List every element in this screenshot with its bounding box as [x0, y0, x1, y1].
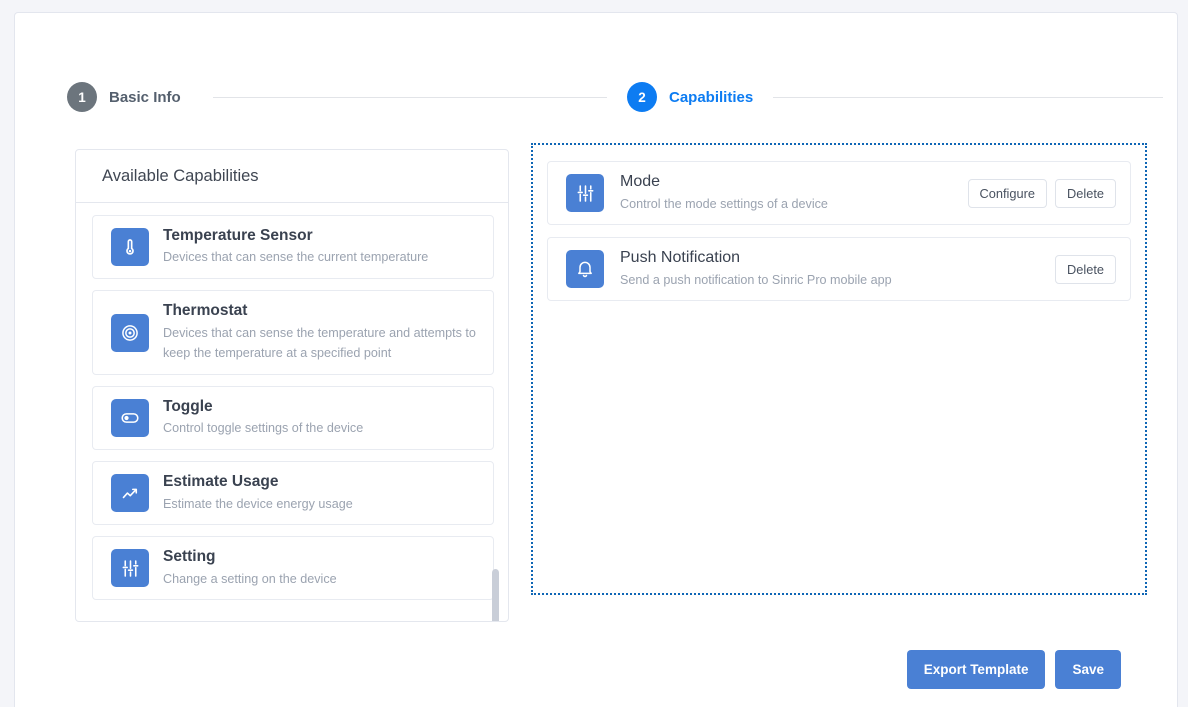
available-capabilities-panel: Available Capabilities Temperature Senso… [75, 149, 509, 622]
list-item-text: Toggle Control toggle settings of the de… [163, 397, 481, 439]
panel-scrollbar-track[interactable] [492, 203, 500, 622]
available-capabilities-title: Available Capabilities [102, 167, 259, 186]
list-item[interactable]: Thermostat Devices that can sense the te… [92, 290, 494, 375]
available-capabilities-header: Available Capabilities [76, 150, 508, 203]
delete-button[interactable]: Delete [1055, 179, 1116, 208]
list-item-description: Change a setting on the device [163, 569, 481, 590]
save-button[interactable]: Save [1055, 650, 1121, 689]
sliders-icon [111, 549, 149, 587]
step-2-badge: 2 [627, 82, 657, 112]
list-item[interactable]: Estimate Usage Estimate the device energ… [92, 461, 494, 525]
delete-button[interactable]: Delete [1055, 255, 1116, 284]
list-item-title: Toggle [163, 397, 481, 416]
list-item-actions: Configure Delete [968, 179, 1117, 208]
list-item-title: Mode [620, 172, 968, 192]
wizard-stepper: 1 Basic Info 2 Capabilities [67, 71, 1149, 123]
list-item-description: Control the mode settings of a device [620, 194, 968, 214]
list-item-description: Devices that can sense the current tempe… [163, 247, 481, 268]
toggle-switch-icon [111, 399, 149, 437]
list-item[interactable]: Mode Control the mode settings of a devi… [547, 161, 1131, 225]
wizard-card: 1 Basic Info 2 Capabilities Available Ca… [14, 12, 1178, 707]
sliders-icon [566, 174, 604, 212]
step-basic-info[interactable]: 1 Basic Info [67, 71, 181, 123]
list-item-description: Send a push notification to Sinric Pro m… [620, 270, 1055, 290]
list-item-text: Setting Change a setting on the device [163, 547, 481, 589]
selected-capabilities-dropzone[interactable]: Mode Control the mode settings of a devi… [531, 143, 1147, 595]
list-item[interactable]: Setting Change a setting on the device [92, 536, 494, 600]
step-2-label: Capabilities [669, 89, 753, 106]
panel-scrollbar-thumb[interactable] [492, 569, 499, 622]
list-item-title: Setting [163, 547, 481, 566]
list-item-text: Thermostat Devices that can sense the te… [163, 301, 481, 364]
line-chart-icon [111, 474, 149, 512]
list-item-text: Temperature Sensor Devices that can sens… [163, 226, 481, 268]
footer-actions: Export Template Save [907, 650, 1121, 689]
step-capabilities[interactable]: 2 Capabilities [627, 71, 753, 123]
step-1-label: Basic Info [109, 89, 181, 106]
thermometer-icon [111, 228, 149, 266]
list-item-description: Devices that can sense the temperature a… [163, 323, 481, 365]
step-1-badge: 1 [67, 82, 97, 112]
list-item-title: Temperature Sensor [163, 226, 481, 245]
list-item-actions: Delete [1055, 255, 1116, 284]
list-item-title: Thermostat [163, 301, 481, 320]
list-item[interactable]: Temperature Sensor Devices that can sens… [92, 215, 494, 279]
configure-button[interactable]: Configure [968, 179, 1048, 208]
list-item-description: Estimate the device energy usage [163, 494, 481, 515]
export-template-button[interactable]: Export Template [907, 650, 1046, 689]
available-capabilities-list[interactable]: Temperature Sensor Devices that can sens… [76, 203, 508, 622]
list-item[interactable]: Toggle Control toggle settings of the de… [92, 386, 494, 450]
step-connector-1 [213, 97, 607, 98]
step-connector-2 [773, 97, 1163, 98]
list-item-text: Push Notification Send a push notificati… [620, 248, 1055, 290]
list-item-text: Estimate Usage Estimate the device energ… [163, 472, 481, 514]
bell-icon [566, 250, 604, 288]
list-item-description: Control toggle settings of the device [163, 418, 481, 439]
app-window: 1 Basic Info 2 Capabilities Available Ca… [0, 0, 1188, 707]
list-item-text: Mode Control the mode settings of a devi… [620, 172, 968, 214]
list-item-title: Estimate Usage [163, 472, 481, 491]
list-item-title: Push Notification [620, 248, 1055, 268]
target-icon [111, 314, 149, 352]
list-item[interactable]: Push Notification Send a push notificati… [547, 237, 1131, 301]
